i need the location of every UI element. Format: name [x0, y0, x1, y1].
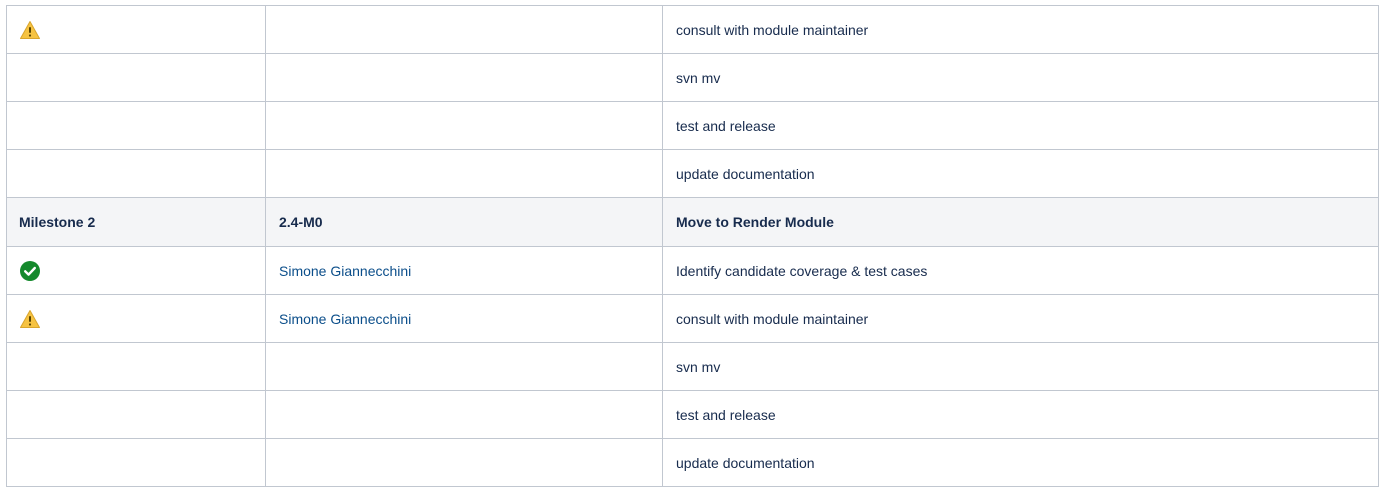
assignee-cell — [265, 5, 663, 54]
task-cell: consult with module maintainer — [662, 294, 1379, 343]
table-row: consult with module maintainer — [6, 5, 1379, 54]
table-row: test and release — [6, 101, 1379, 150]
warning-icon — [19, 19, 41, 41]
task-cell: svn mv — [662, 342, 1379, 391]
assignee-cell — [265, 390, 663, 439]
task-cell: update documentation — [662, 149, 1379, 198]
assignee-cell — [265, 438, 663, 487]
task-cell: update documentation — [662, 438, 1379, 487]
table-row: update documentation — [6, 438, 1379, 487]
assignee-cell — [265, 342, 663, 391]
assignee-cell — [265, 101, 663, 150]
milestone-label: Milestone 2 — [6, 197, 266, 247]
status-cell — [6, 53, 266, 102]
user-link[interactable]: Simone Giannecchini — [279, 263, 411, 279]
table-row: svn mv — [6, 342, 1379, 391]
table-row: test and release — [6, 390, 1379, 439]
task-cell: Identify candidate coverage & test cases — [662, 246, 1379, 295]
assignee-cell: Simone Giannecchini — [265, 246, 663, 295]
task-table: consult with module maintainer svn mv te… — [6, 5, 1379, 487]
status-cell — [6, 149, 266, 198]
table-row: svn mv — [6, 53, 1379, 102]
milestone-header-row: Milestone 2 2.4-M0 Move to Render Module — [6, 197, 1379, 247]
warning-icon — [19, 308, 41, 330]
task-cell: test and release — [662, 101, 1379, 150]
user-link[interactable]: Simone Giannecchini — [279, 311, 411, 327]
task-cell: consult with module maintainer — [662, 5, 1379, 54]
status-cell — [6, 5, 266, 54]
status-cell — [6, 438, 266, 487]
assignee-cell: Simone Giannecchini — [265, 294, 663, 343]
task-cell: svn mv — [662, 53, 1379, 102]
table-row: Simone Giannecchini consult with module … — [6, 294, 1379, 343]
status-cell — [6, 101, 266, 150]
task-cell: test and release — [662, 390, 1379, 439]
table-row: Simone Giannecchini Identify candidate c… — [6, 246, 1379, 295]
assignee-cell — [265, 149, 663, 198]
table-row: update documentation — [6, 149, 1379, 198]
check-icon — [19, 260, 41, 282]
assignee-cell — [265, 53, 663, 102]
milestone-version: 2.4-M0 — [265, 197, 663, 247]
status-cell — [6, 246, 266, 295]
status-cell — [6, 294, 266, 343]
status-cell — [6, 342, 266, 391]
status-cell — [6, 390, 266, 439]
milestone-title: Move to Render Module — [662, 197, 1379, 247]
